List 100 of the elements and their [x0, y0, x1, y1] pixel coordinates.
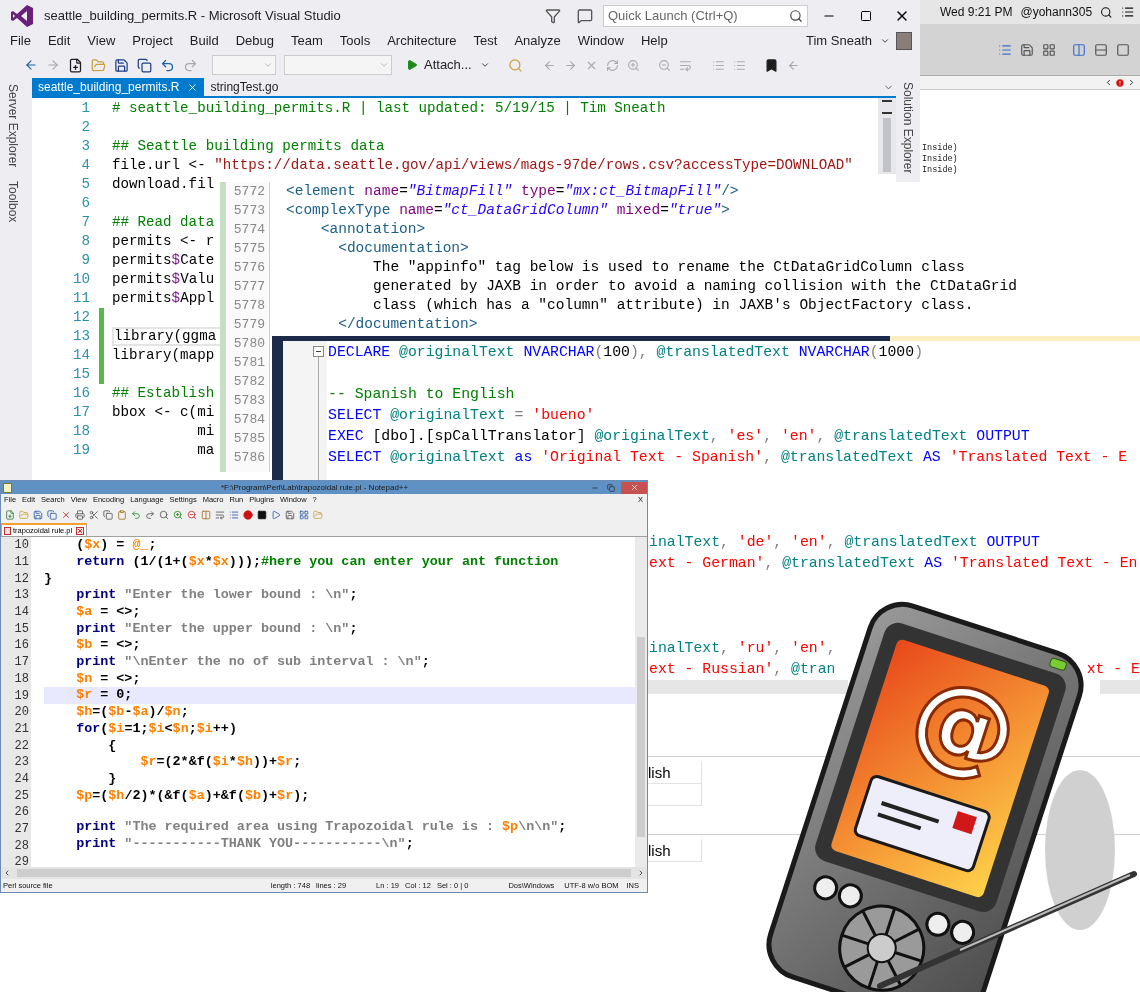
record-icon[interactable] — [243, 509, 253, 520]
code-line: ma — [196, 440, 215, 460]
rows-icon[interactable] — [1094, 42, 1108, 57]
code-line: library(ggma — [114, 326, 217, 346]
user-name[interactable]: Tim Sneath — [806, 31, 872, 51]
list-view-icon[interactable] — [998, 42, 1012, 57]
filter-icon[interactable] — [545, 8, 561, 24]
menu-item[interactable]: Build — [189, 31, 219, 51]
bookmark-icon[interactable] — [763, 57, 779, 73]
line-number: 12 — [14, 570, 29, 588]
scrollbar[interactable] — [635, 537, 647, 867]
menu-icon[interactable] — [1120, 5, 1134, 19]
code-line: bbox <- c(mi — [112, 402, 215, 422]
menu-item[interactable]: View — [87, 31, 116, 51]
scrollbar[interactable] — [878, 98, 896, 174]
code-line: Inside) — [921, 143, 959, 154]
line-number: 5782 — [233, 372, 265, 391]
scroll-right-icon[interactable] — [637, 869, 645, 877]
menu-item[interactable]: Help — [640, 31, 668, 51]
wrap-icon[interactable] — [678, 58, 692, 72]
list-icon[interactable] — [732, 58, 746, 72]
at-sign-symbol: @ — [896, 650, 1034, 799]
zoom-out-icon[interactable] — [657, 58, 671, 72]
search-icon[interactable] — [1100, 5, 1113, 19]
scroll-left-icon[interactable] — [3, 869, 11, 877]
side-tab[interactable]: Toolbox — [4, 181, 22, 223]
play-icon — [406, 59, 418, 71]
grid-icon[interactable] — [1042, 42, 1056, 57]
app-logo-icon — [10, 4, 34, 28]
error-icon[interactable] — [1115, 77, 1125, 88]
code-line: generated by JAXB in order to avoid a naming collision with the CtDataGrid — [372, 276, 1017, 296]
menu-item[interactable]: Edit — [47, 31, 71, 51]
list-icon[interactable] — [229, 509, 239, 520]
find-icon[interactable] — [507, 57, 523, 73]
user-name[interactable]: @yohann305 — [1020, 3, 1093, 21]
redo-icon[interactable] — [145, 509, 155, 520]
list-icon[interactable] — [711, 58, 725, 72]
maximize-icon[interactable] — [860, 10, 872, 22]
columns-icon[interactable] — [201, 509, 211, 520]
zoom-out-icon[interactable] — [187, 509, 197, 520]
zoom-icon[interactable] — [626, 58, 640, 72]
previous-icon[interactable] — [1104, 78, 1113, 87]
code-line: permits$Cate — [112, 250, 215, 270]
line-number: 5778 — [233, 296, 265, 315]
forward-icon[interactable] — [563, 58, 577, 72]
save-macro-icon[interactable] — [285, 509, 295, 520]
clipboard-icon[interactable] — [117, 509, 127, 520]
caret-icon[interactable] — [880, 36, 890, 46]
folder-icon[interactable] — [91, 57, 106, 73]
menu-item[interactable]: Project — [132, 31, 173, 51]
line-number: 10 — [14, 537, 29, 555]
line-number: 5 — [80, 174, 90, 194]
save-icon[interactable] — [33, 509, 43, 520]
redo-icon[interactable] — [183, 57, 198, 73]
refresh-icon[interactable] — [605, 58, 619, 72]
zoom-in-icon[interactable] — [173, 509, 183, 520]
feedback-icon[interactable] — [577, 8, 593, 24]
menu-item[interactable]: Debug — [235, 31, 274, 51]
quick-launch-field[interactable]: Quick Launch (Ctrl+Q) — [603, 5, 808, 27]
window-title: *F:\Program\Perl\Lab\trapozoidal rule.pl - Notepad++ — [221, 481, 409, 494]
save-all-icon[interactable] — [47, 509, 57, 520]
side-tab[interactable]: Solution Explorer — [899, 82, 917, 174]
scissors-icon[interactable] — [89, 509, 99, 520]
menu-item[interactable]: File — [10, 31, 31, 51]
columns-icon[interactable] — [1072, 42, 1086, 57]
menu-item[interactable]: Architecture — [387, 31, 457, 51]
next-icon[interactable] — [1127, 78, 1136, 87]
attach-button[interactable]: Attach... — [406, 55, 472, 75]
line-number: 28 — [14, 837, 29, 855]
scrollbar[interactable] — [1, 867, 647, 879]
search-icon[interactable] — [789, 9, 803, 23]
editor-tab[interactable]: stringTest.go — [204, 78, 285, 96]
new-file-icon[interactable] — [68, 57, 83, 73]
save-icon[interactable] — [114, 57, 129, 73]
copy-icon[interactable] — [103, 509, 113, 520]
wrap-icon[interactable] — [215, 509, 225, 520]
printer-icon[interactable] — [75, 509, 85, 520]
save-icon[interactable] — [1020, 42, 1034, 57]
restore-icon[interactable] — [607, 483, 615, 492]
editor-tab[interactable]: seattle_building_permits.R — [32, 78, 205, 96]
collapse-icon[interactable] — [313, 346, 324, 357]
clock: Wed 9:21 PM — [940, 4, 1013, 21]
menu-item[interactable]: Test — [473, 31, 498, 51]
undo-icon[interactable] — [160, 57, 175, 73]
menu-item[interactable]: Team — [291, 31, 323, 51]
back-icon[interactable] — [24, 58, 38, 72]
side-tab[interactable]: Server Explorer — [4, 84, 22, 168]
save-all-icon[interactable] — [137, 57, 152, 73]
menu-item[interactable]: Window — [577, 31, 624, 51]
caret-icon[interactable] — [479, 60, 490, 70]
forward-icon[interactable] — [46, 58, 60, 72]
menu-item[interactable]: Analyze — [514, 31, 561, 51]
panel-icon[interactable] — [1116, 42, 1130, 57]
close-button[interactable] — [621, 481, 647, 494]
undo-icon[interactable] — [131, 509, 141, 520]
stop-icon[interactable] — [257, 509, 267, 520]
code-line: } — [107, 769, 117, 788]
line-number: 20 — [14, 704, 29, 722]
grid-icon[interactable] — [299, 509, 309, 520]
menu-item[interactable]: Tools — [339, 31, 371, 51]
